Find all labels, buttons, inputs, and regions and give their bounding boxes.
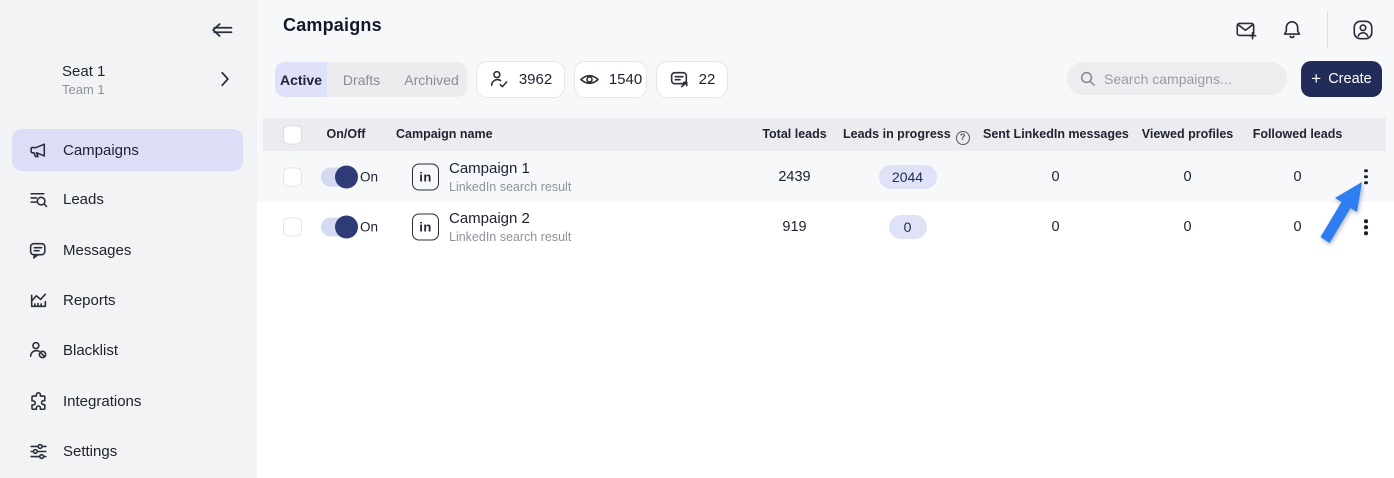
user-avatar-icon[interactable]: [1351, 18, 1375, 42]
plus-icon: +: [1311, 69, 1322, 88]
sidebar-item-label: Settings: [63, 442, 118, 460]
person-check-icon: [490, 70, 508, 88]
eye-icon: [579, 74, 599, 85]
bell-icon[interactable]: [1280, 18, 1304, 42]
campaign-toggle[interactable]: [321, 215, 358, 239]
linkedin-icon: in: [412, 213, 439, 241]
column-total-leads: Total leads: [762, 127, 827, 141]
campaign-name-cell: Campaign 1 LinkedIn search result: [449, 160, 571, 194]
search-box: [1067, 62, 1287, 95]
campaign-name[interactable]: Campaign 1: [449, 160, 571, 178]
followed-leads-value: 0: [1293, 168, 1302, 185]
table-row-campaign-2: On in Campaign 2 LinkedIn search result …: [263, 202, 1386, 252]
sidebar-item-settings[interactable]: Settings: [12, 430, 243, 472]
chat-bubble-icon: [28, 240, 49, 261]
campaign-toggle[interactable]: [321, 165, 358, 188]
campaign-name-cell: Campaign 2 LinkedIn search result: [449, 210, 571, 244]
toggle-state-label: On: [360, 219, 379, 235]
search-input[interactable]: [1104, 70, 1274, 87]
row-checkbox[interactable]: [283, 217, 302, 237]
megaphone-icon: [28, 140, 49, 161]
tab-drafts[interactable]: Drafts: [327, 62, 396, 97]
stat-chip-replies[interactable]: 22: [656, 61, 728, 98]
leads-in-progress-cell: 2044: [850, 164, 965, 189]
stat-value: 3962: [518, 71, 553, 88]
table-row-campaign-1: On in Campaign 1 LinkedIn search result …: [263, 151, 1386, 202]
sidebar-item-campaigns[interactable]: Campaigns: [12, 129, 243, 171]
select-all-checkbox[interactable]: [283, 125, 302, 144]
campaign-status-tabs: Active Drafts Archived: [275, 62, 467, 97]
tab-active[interactable]: Active: [275, 62, 327, 97]
toggle-state-label: On: [360, 169, 379, 184]
mail-plus-icon[interactable]: [1234, 18, 1258, 42]
sidebar-item-label: Leads: [63, 190, 104, 208]
column-followed-leads: Followed leads: [1252, 127, 1343, 141]
column-viewed-profiles: Viewed profiles: [1141, 127, 1234, 141]
sidebar-item-label: Campaigns: [63, 141, 139, 159]
stat-chip-views[interactable]: 1540: [574, 61, 647, 98]
create-button-label: Create: [1328, 71, 1372, 87]
stat-chip-accepted[interactable]: 3962: [476, 61, 565, 98]
main-content: Campaigns Active Drafts Archived 3962 15…: [257, 0, 1394, 478]
row-actions-kebab-icon[interactable]: [1361, 216, 1371, 238]
sidebar-item-integrations[interactable]: Integrations: [12, 380, 243, 422]
sidebar-item-reports[interactable]: Reports: [12, 279, 243, 321]
page-title: Campaigns: [283, 15, 382, 35]
total-leads-value: 2439: [778, 168, 811, 185]
leads-in-progress-cell: 0: [850, 215, 965, 239]
sidebar-item-leads[interactable]: Leads: [12, 178, 243, 220]
sent-messages-value: 0: [1051, 168, 1060, 185]
viewed-profiles-value: 0: [1183, 168, 1192, 185]
leads-in-progress-badge: 2044: [878, 164, 937, 189]
stat-value: 1540: [608, 71, 643, 88]
leads-in-progress-badge: 0: [888, 215, 927, 239]
stat-value: 22: [698, 71, 716, 88]
table-header-row: On/Off Campaign name Total leads Leads i…: [263, 118, 1386, 151]
topbar-divider: [1327, 11, 1328, 48]
row-actions-kebab-icon[interactable]: [1361, 166, 1371, 188]
column-on-off: On/Off: [326, 127, 366, 141]
viewed-profiles-value: 0: [1183, 219, 1192, 235]
seat-chevron-right-icon[interactable]: [218, 71, 232, 87]
search-icon: [1080, 71, 1095, 86]
sidebar-item-messages[interactable]: Messages: [12, 229, 243, 271]
tab-archived[interactable]: Archived: [396, 62, 467, 97]
sidebar: Seat 1 Team 1 Campaigns Leads Messages R…: [0, 0, 257, 478]
sidebar-item-blacklist[interactable]: Blacklist: [12, 329, 243, 371]
collapse-sidebar-icon[interactable]: [209, 18, 235, 42]
column-sent-messages: Sent LinkedIn messages: [983, 127, 1129, 141]
linkedin-icon: in: [412, 163, 439, 190]
seat-subtitle: Team 1: [62, 82, 105, 97]
column-campaign-name: Campaign name: [396, 127, 493, 141]
puzzle-icon: [28, 391, 49, 412]
person-blocked-icon: [28, 340, 49, 361]
message-forward-icon: [670, 71, 688, 88]
followed-leads-value: 0: [1293, 219, 1302, 235]
create-button[interactable]: + Create: [1301, 61, 1382, 97]
sidebar-item-label: Reports: [63, 291, 116, 309]
sidebar-item-label: Blacklist: [63, 341, 119, 359]
sidebar-item-label: Messages: [63, 241, 132, 259]
campaign-type: LinkedIn search result: [449, 230, 572, 244]
app-window: Seat 1 Team 1 Campaigns Leads Messages R…: [0, 0, 1394, 478]
column-leads-in-progress: Leads in progress?: [843, 118, 970, 151]
help-icon[interactable]: ?: [955, 130, 970, 145]
lead-search-icon: [28, 189, 49, 210]
campaign-name[interactable]: Campaign 2: [449, 210, 571, 228]
row-checkbox[interactable]: [283, 167, 302, 186]
sliders-icon: [28, 441, 49, 462]
total-leads-value: 919: [782, 219, 807, 235]
campaign-type: LinkedIn search result: [449, 179, 572, 194]
chart-icon: [28, 290, 49, 311]
seat-title: Seat 1: [62, 63, 106, 80]
sidebar-item-label: Integrations: [63, 392, 142, 410]
sent-messages-value: 0: [1051, 219, 1060, 235]
